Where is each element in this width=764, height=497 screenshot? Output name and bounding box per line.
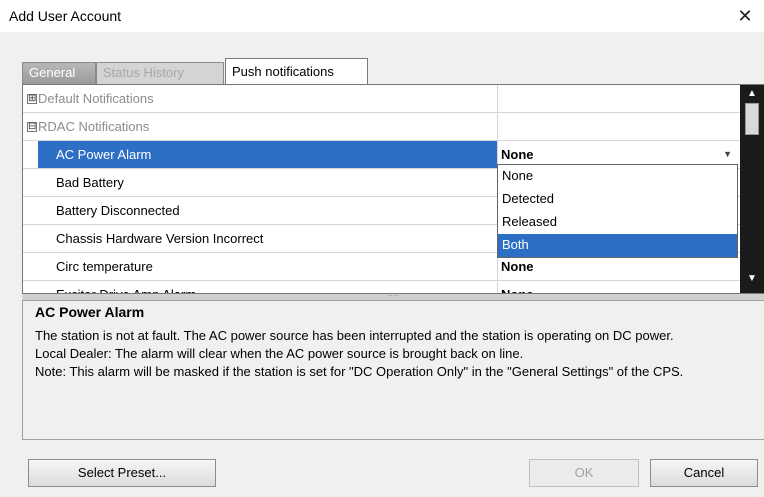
description-panel: AC Power Alarm The station is not at fau… [22, 300, 764, 440]
category-label: RDAC Notifications [38, 119, 150, 134]
cancel-button[interactable]: Cancel [650, 459, 758, 487]
tab-status-history: Status History [96, 62, 224, 84]
scroll-up-icon[interactable]: ▲ [744, 88, 760, 100]
category-row-default[interactable]: ⊞ Default Notifications [23, 85, 740, 113]
expand-icon[interactable]: ⊞ [27, 94, 37, 104]
description-line: Local Dealer: The alarm will clear when … [35, 346, 524, 361]
property-name: Bad Battery [56, 175, 124, 190]
dropdown-option-none[interactable]: None [498, 165, 737, 188]
property-value[interactable]: None [497, 281, 740, 293]
property-value: None [501, 147, 534, 162]
description-title: AC Power Alarm [35, 304, 145, 320]
property-name: Chassis Hardware Version Incorrect [56, 231, 264, 246]
property-name: Circ temperature [56, 259, 153, 274]
category-value [497, 113, 740, 140]
title-bar: Add User Account ✕ [0, 0, 764, 32]
category-row-rdac[interactable]: ⊟ RDAC Notifications [23, 113, 740, 141]
close-icon[interactable]: ✕ [726, 2, 764, 30]
window-title: Add User Account [9, 8, 122, 24]
scrollbar-thumb[interactable] [745, 103, 759, 135]
select-preset-button[interactable]: Select Preset... [28, 459, 216, 487]
property-row-excitor-drive[interactable]: Excitor Drive Amp Alarm None [23, 281, 740, 293]
dropdown-option-released[interactable]: Released [498, 211, 737, 234]
property-name: Battery Disconnected [56, 203, 180, 218]
value-dropdown-list: None Detected Released Both [497, 164, 738, 258]
property-name: Excitor Drive Amp Alarm [56, 281, 495, 293]
property-name: AC Power Alarm [38, 141, 497, 168]
tab-push-notifications[interactable]: Push notifications [225, 58, 368, 85]
dropdown-option-both[interactable]: Both [498, 234, 737, 257]
description-line: Note: This alarm will be masked if the s… [35, 364, 684, 379]
tab-general[interactable]: General [22, 62, 96, 84]
scroll-down-icon[interactable]: ▼ [744, 273, 760, 285]
category-value [497, 85, 740, 112]
category-label: Default Notifications [38, 91, 154, 106]
ok-button[interactable]: OK [529, 459, 639, 487]
description-line: The station is not at fault. The AC powe… [35, 328, 674, 343]
dropdown-option-detected[interactable]: Detected [498, 188, 737, 211]
collapse-icon[interactable]: ⊟ [27, 122, 37, 132]
vertical-scrollbar[interactable]: ▲ ▼ [740, 85, 764, 293]
